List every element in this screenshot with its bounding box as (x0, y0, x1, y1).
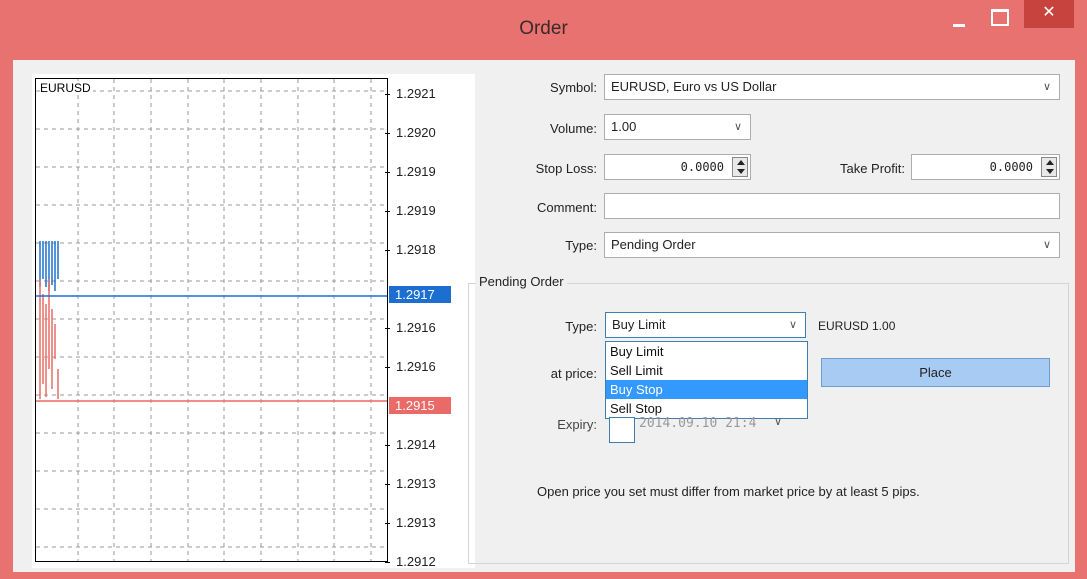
price-tick-mark (385, 484, 390, 485)
at-price-label: at price: (550, 366, 597, 381)
maximize-button[interactable] (982, 0, 1012, 28)
price-tick-label: 1.2914 (396, 437, 436, 452)
price-tick-mark (385, 523, 390, 524)
price-tick-label: 1.2913 (396, 476, 436, 491)
order-type-select[interactable]: Pending Order ∨ (604, 232, 1060, 258)
take-profit-label: Take Profit: (839, 161, 905, 176)
pending-type-select[interactable]: Buy Limit ∨ (605, 312, 806, 338)
price-tick-label: 1.2913 (396, 515, 436, 530)
price-tick-mark (385, 211, 390, 212)
comment-input[interactable] (604, 193, 1060, 219)
close-button[interactable]: ✕ (1024, 0, 1074, 28)
stop-loss-field[interactable]: 0.0000 (604, 154, 751, 180)
symbol-select[interactable]: EURUSD, Euro vs US Dollar ∨ (604, 74, 1060, 100)
price-tick-mark (385, 367, 390, 368)
dropdown-option-highlighted[interactable]: Buy Stop (606, 380, 807, 399)
pending-type-value: Buy Limit (612, 317, 666, 332)
symbol-label: Symbol: (550, 80, 597, 95)
expiry-label: Expiry: (557, 417, 597, 432)
chart-plot-area: EURUSD (35, 78, 388, 562)
stop-loss-value: 0.0000 (680, 160, 724, 174)
close-icon: ✕ (1042, 4, 1056, 21)
chevron-down-icon: ∨ (788, 319, 797, 331)
dropdown-option[interactable]: Buy Limit (606, 342, 807, 361)
comment-label: Comment: (537, 200, 597, 215)
price-tick-mark (385, 250, 390, 251)
price-tick-mark (385, 445, 390, 446)
volume-combo[interactable]: 1.00 ∨ (604, 114, 751, 140)
title-bar[interactable]: Order ✕ (0, 0, 1087, 60)
price-tick-label: 1.2919 (396, 164, 436, 179)
chevron-down-icon: ∨ (1042, 81, 1051, 93)
pending-order-title: Pending Order (476, 274, 567, 289)
price-tick-label: 1.2916 (396, 359, 436, 374)
price-tick-mark (385, 94, 390, 95)
type-label: Type: (565, 238, 597, 253)
place-button[interactable]: Place (821, 358, 1050, 387)
price-tick-label: 1.2920 (396, 125, 436, 140)
bid-price-tag: 1.2915 (389, 397, 451, 414)
price-tick-label: 1.2918 (396, 242, 436, 257)
chart-svg (36, 79, 387, 561)
volume-label: Volume: (550, 121, 597, 136)
pending-type-label: Type: (565, 319, 597, 334)
dropdown-option[interactable]: Sell Limit (606, 361, 807, 380)
ask-price-tag: 1.2917 (389, 286, 451, 303)
price-tick-mark (385, 562, 390, 563)
price-tick-mark (385, 172, 390, 173)
expiry-checkbox[interactable] (609, 417, 635, 443)
chevron-down-icon[interactable]: ∨ (774, 415, 782, 428)
take-profit-field[interactable]: 0.0000 (911, 154, 1060, 180)
order-dialog: EURUSD 1.2921 1.2920 1.2919 1.2919 1.2918 1.2… (13, 60, 1075, 572)
pending-type-dropdown[interactable]: Buy Limit Sell Limit Buy Stop Sell Stop (605, 341, 808, 419)
window-title: Order (519, 18, 568, 39)
info-message: Open price you set must differ from mark… (537, 484, 920, 499)
chart-symbol-label: EURUSD (40, 81, 93, 95)
pending-type-summary: EURUSD 1.00 (818, 319, 896, 333)
symbol-value: EURUSD, Euro vs US Dollar (611, 79, 777, 94)
order-type-value: Pending Order (611, 237, 696, 252)
price-tick-label: 1.2919 (396, 203, 436, 218)
tick-chart: EURUSD 1.2921 1.2920 1.2919 1.2919 1.2918 1.2… (32, 74, 475, 569)
price-tick-label: 1.2921 (396, 86, 436, 101)
chevron-down-icon: ∨ (1042, 239, 1051, 251)
price-tick-mark (385, 133, 390, 134)
minimize-button[interactable] (944, 0, 974, 28)
take-profit-value: 0.0000 (989, 160, 1033, 174)
take-profit-spinner[interactable] (1041, 157, 1057, 177)
stop-loss-label: Stop Loss: (535, 161, 597, 176)
expiry-datetime-value[interactable]: 2014.09.10 21:4 (639, 416, 756, 431)
stop-loss-spinner[interactable] (732, 157, 748, 177)
price-tick-label: 1.2912 (396, 554, 436, 569)
price-tick-mark (385, 328, 390, 329)
chevron-down-icon: ∨ (733, 121, 742, 133)
price-tick-label: 1.2916 (396, 320, 436, 335)
volume-value: 1.00 (611, 119, 637, 134)
